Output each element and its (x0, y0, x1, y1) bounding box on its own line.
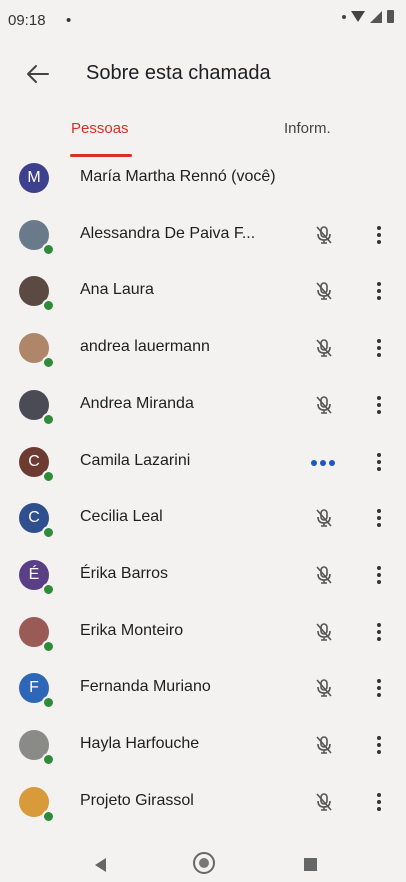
presence-indicator (42, 242, 55, 256)
more-options-icon[interactable] (370, 562, 388, 588)
participant-name: Andrea Miranda (80, 394, 194, 412)
presence-indicator (42, 412, 55, 426)
participant-row[interactable]: Andrea Miranda (0, 377, 406, 433)
status-icons (342, 10, 394, 23)
presence-indicator (42, 526, 55, 540)
presence-indicator (42, 299, 55, 313)
mic-off-icon[interactable] (313, 337, 335, 359)
participant-row[interactable]: C Cecilia Leal (0, 490, 406, 546)
participant-row[interactable]: Hayla Harfouche (0, 717, 406, 773)
wifi-icon (351, 11, 365, 22)
more-options-icon[interactable] (370, 392, 388, 418)
participant-row[interactable]: M María Martha Rennó (você) (0, 150, 406, 206)
back-button[interactable] (22, 60, 54, 88)
app-bar: Sobre esta chamada (0, 50, 406, 98)
status-bar: 09:18 • (0, 0, 406, 40)
more-options-icon[interactable] (370, 732, 388, 758)
more-options-icon[interactable] (370, 619, 388, 645)
mic-off-icon[interactable] (313, 280, 335, 302)
participant-name: Érika Barros (80, 564, 169, 582)
speaking-indicator-icon (311, 459, 335, 466)
participant-row[interactable]: Projeto Girassol (0, 774, 406, 830)
participant-name: Erika Monteiro (80, 621, 184, 639)
mic-off-icon[interactable] (313, 564, 335, 586)
more-options-icon[interactable] (370, 278, 388, 304)
presence-indicator (42, 469, 55, 483)
mic-off-icon[interactable] (313, 791, 335, 813)
mic-off-icon[interactable] (313, 734, 335, 756)
more-options-icon[interactable] (370, 505, 388, 531)
nav-home-icon[interactable] (193, 852, 215, 874)
participant-row[interactable]: F Fernanda Muriano (0, 660, 406, 716)
participant-name: Hayla Harfouche (80, 735, 200, 752)
participant-row[interactable]: Erika Monteiro (0, 604, 406, 660)
presence-indicator (42, 582, 55, 596)
mic-off-icon[interactable] (313, 224, 335, 246)
presence-indicator (42, 809, 55, 823)
avatar: M (19, 163, 49, 193)
participant-row[interactable]: andrea lauermann (0, 320, 406, 376)
participant-row[interactable]: C Camila Lazarini (0, 434, 406, 490)
participant-name: Camila Lazarini (80, 451, 191, 469)
participant-row[interactable]: Alessandra De Paiva F... (0, 207, 406, 263)
tab-people[interactable]: Pessoas (71, 120, 129, 137)
participant-name: Ana Laura (80, 281, 154, 299)
page-title: Sobre esta chamada (86, 62, 271, 84)
more-options-icon[interactable] (370, 335, 388, 361)
dot-icon (342, 14, 346, 19)
mic-off-icon[interactable] (313, 507, 335, 529)
presence-indicator (42, 753, 55, 766)
participant-name: Projeto Girassol (80, 791, 194, 809)
mic-off-icon[interactable] (313, 677, 335, 699)
participant-name: andrea lauermann (80, 338, 210, 356)
participant-name: Alessandra De Paiva F... (80, 224, 256, 242)
mic-off-icon[interactable] (313, 394, 335, 416)
mic-off-icon[interactable] (313, 621, 335, 643)
signal-icon (370, 10, 382, 23)
more-options-icon[interactable] (370, 789, 388, 815)
status-time: 09:18 (8, 12, 46, 29)
participant-row[interactable]: Ana Laura (0, 263, 406, 319)
tab-info[interactable]: Inform. (284, 120, 331, 137)
battery-icon (387, 10, 394, 23)
system-nav-bar (0, 846, 406, 882)
presence-indicator (42, 639, 55, 653)
more-options-icon[interactable] (370, 222, 388, 248)
participant-name: María Martha Rennó (você) (80, 168, 276, 185)
nav-back-icon[interactable] (95, 858, 106, 872)
more-options-icon[interactable] (370, 449, 388, 475)
participant-name: Fernanda Muriano (80, 678, 211, 696)
nav-recents-icon[interactable] (304, 858, 317, 871)
presence-indicator (42, 696, 55, 710)
more-options-icon[interactable] (370, 675, 388, 701)
notification-dot: • (66, 12, 72, 29)
arrow-left-icon (27, 65, 49, 83)
presence-indicator (42, 356, 55, 370)
participant-row[interactable]: É Érika Barros (0, 547, 406, 603)
participant-name: Cecilia Leal (80, 508, 163, 526)
